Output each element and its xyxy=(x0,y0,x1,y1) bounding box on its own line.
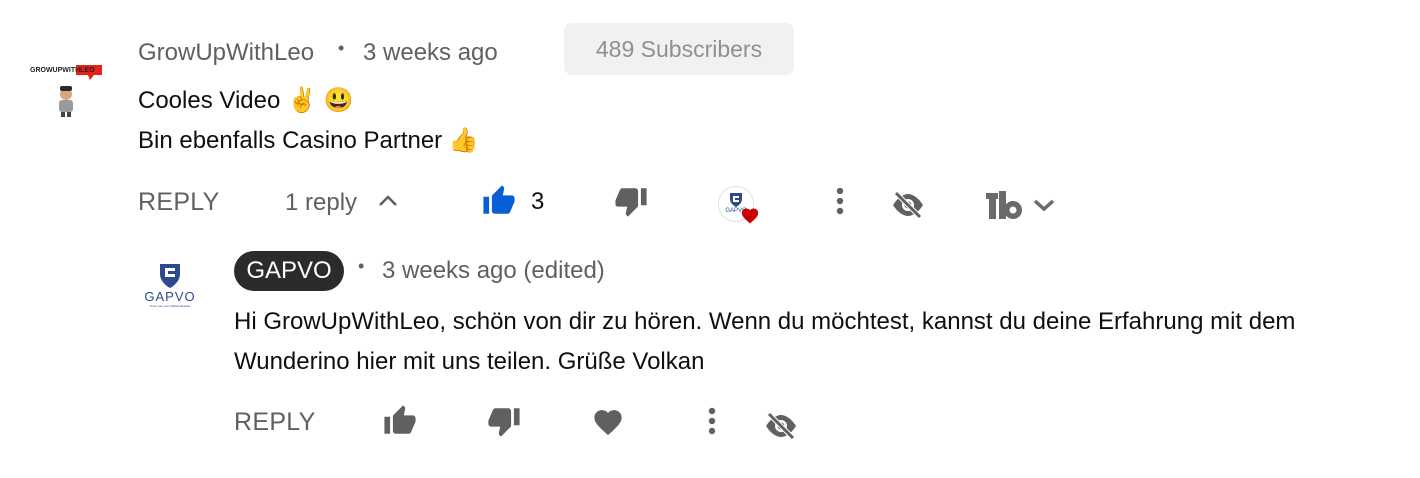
hide-comment-button[interactable] xyxy=(888,190,928,224)
hide-icon xyxy=(890,190,926,225)
reply-more-options-button[interactable] xyxy=(700,405,724,441)
reply-timestamp[interactable]: 3 weeks ago (edited) xyxy=(382,257,605,285)
reply-author: GAPVO xyxy=(246,257,332,284)
meta-separator: • xyxy=(338,38,345,58)
chevron-up-icon xyxy=(377,194,399,213)
more-options-button[interactable] xyxy=(828,185,852,221)
reply-hide-button[interactable] xyxy=(761,411,801,445)
reply-heart-button[interactable] xyxy=(590,406,626,440)
comment-text-line-2: Bin ebenfalls Casino Partner 👍 xyxy=(138,127,479,154)
thumbs-down-icon xyxy=(613,184,649,223)
reply-author-chip[interactable]: GAPVO xyxy=(234,251,344,291)
more-icon xyxy=(708,406,716,441)
tubebuddy-icon xyxy=(986,189,1026,226)
thumbs-up-icon xyxy=(382,404,418,443)
chevron-down-icon xyxy=(1032,197,1056,218)
dislike-button[interactable] xyxy=(612,185,650,221)
reply-reply-button[interactable]: REPLY xyxy=(234,408,316,437)
more-icon xyxy=(836,186,844,221)
thumbs-down-icon xyxy=(486,404,522,443)
comment-author[interactable]: GrowUpWithLeo xyxy=(138,39,314,67)
reply-avatar-tagline: Trust your own official Website xyxy=(149,304,191,308)
creator-heart-button[interactable]: GAPVO xyxy=(716,184,762,226)
like-count: 3 xyxy=(531,188,545,215)
reply-text-line-1: Hi GrowUpWithLeo, schön von dir zu hören… xyxy=(234,308,1296,335)
heart-icon xyxy=(591,406,625,441)
like-button[interactable] xyxy=(480,184,518,223)
reply-like-button[interactable] xyxy=(381,404,419,443)
avatar-label: GROWUPWITHLEO xyxy=(30,67,95,74)
reply-avatar-label: GAPVO xyxy=(144,289,196,304)
comment-text-line-1: Cooles Video ✌️ 😃 xyxy=(138,87,354,114)
thumbs-up-icon xyxy=(481,184,517,223)
replies-toggle[interactable]: 1 reply xyxy=(285,186,399,220)
reply-avatar[interactable]: GAPVO Trust your own official Website xyxy=(138,262,202,310)
comment-avatar[interactable]: GROWUPWITHLEO xyxy=(28,62,106,118)
reply-meta-separator: • xyxy=(358,256,365,276)
reply-dislike-button[interactable] xyxy=(485,405,523,441)
heart-icon xyxy=(740,206,760,229)
tubebuddy-menu-button[interactable] xyxy=(986,189,1066,225)
comment-timestamp[interactable]: 3 weeks ago xyxy=(363,39,498,67)
subscriber-count: 489 Subscribers xyxy=(595,35,763,62)
subscriber-count-badge: 489 Subscribers xyxy=(564,23,794,75)
replies-count: 1 reply xyxy=(285,189,358,216)
reply-button[interactable]: REPLY xyxy=(138,188,220,217)
reply-text-line-2: Wunderino hier mit uns teilen. Grüße Vol… xyxy=(234,348,705,375)
hide-icon xyxy=(763,411,799,446)
